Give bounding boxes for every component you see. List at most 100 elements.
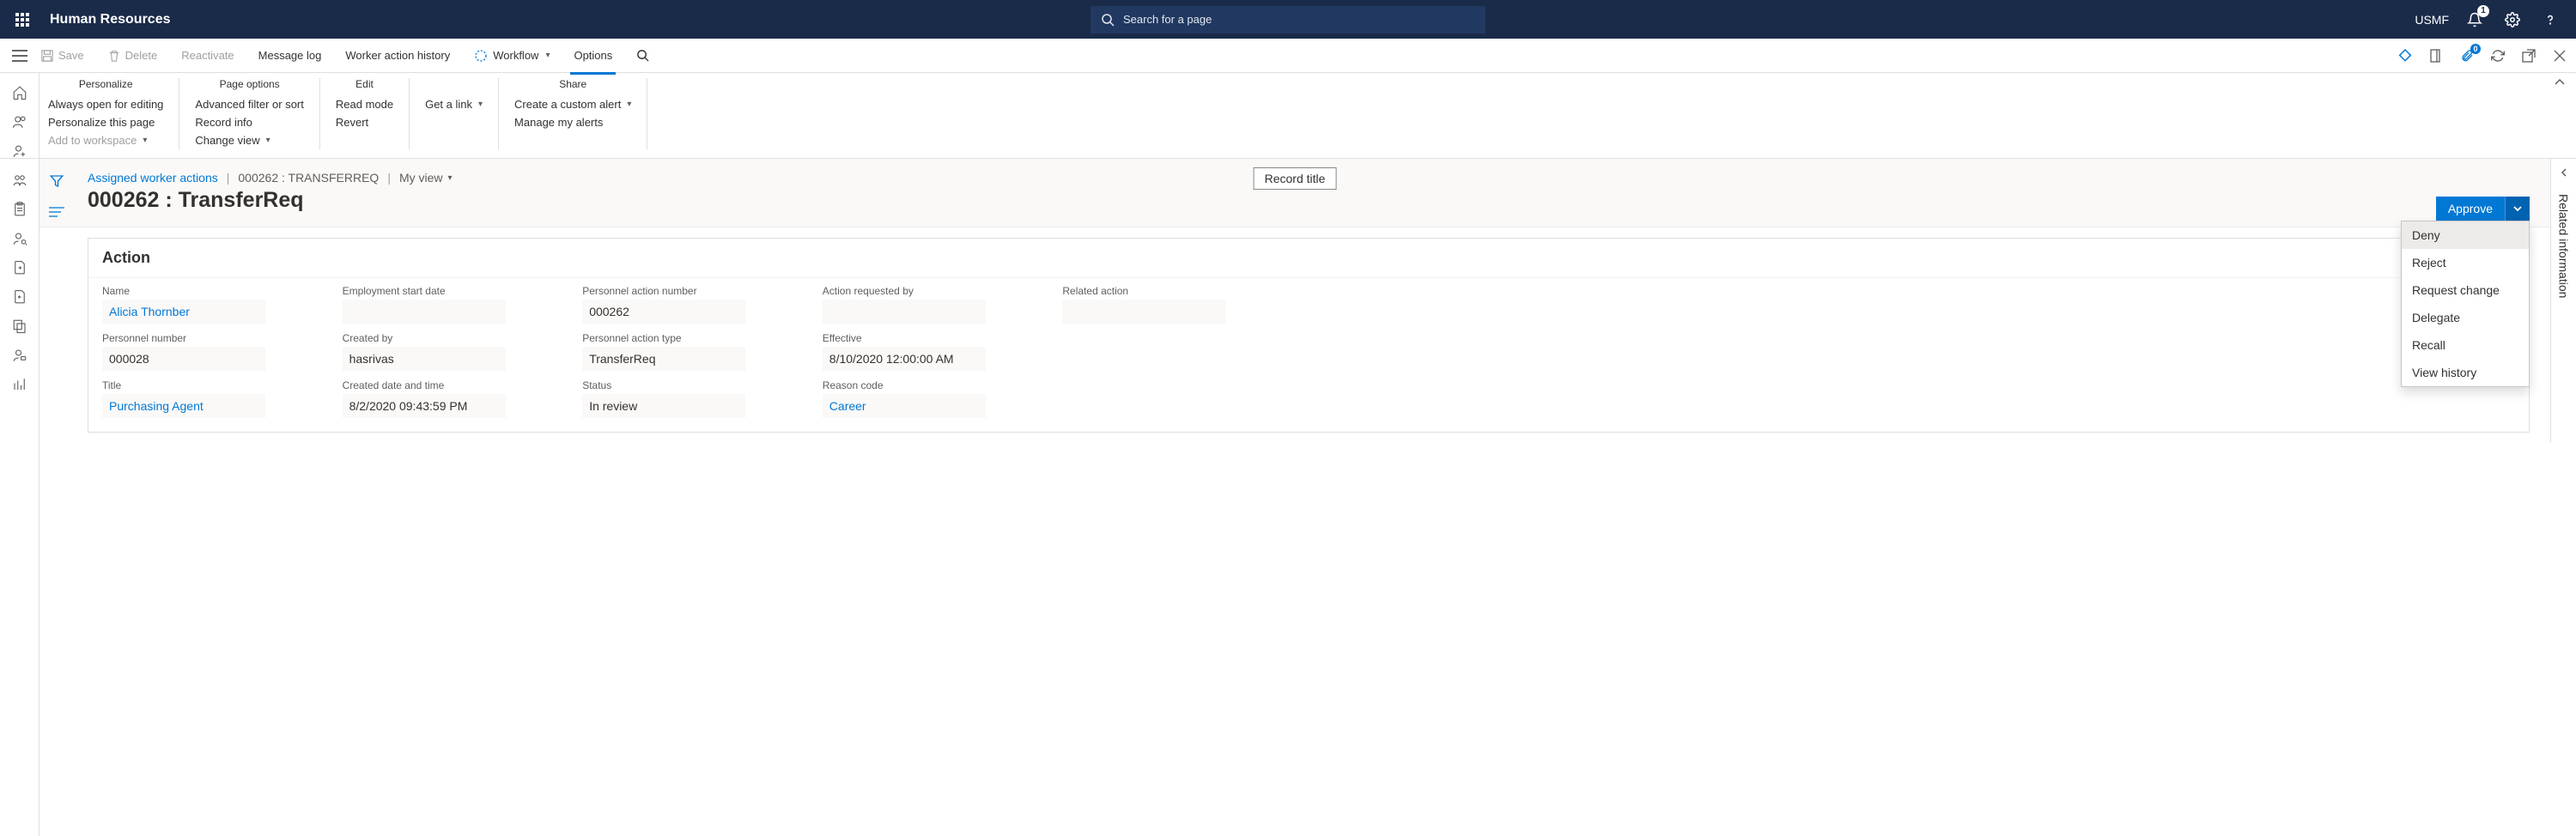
right-panel: Related information bbox=[2550, 159, 2576, 443]
created-dt-field[interactable]: 8/2/2020 09:43:59 PM bbox=[343, 394, 506, 418]
app-title: Human Resources bbox=[50, 12, 171, 27]
notification-badge: 1 bbox=[2477, 5, 2489, 17]
command-bar: Save Delete Reactivate Message log Worke… bbox=[0, 39, 2576, 73]
pan-field[interactable]: 000262 bbox=[582, 300, 745, 324]
delete-button[interactable]: Delete bbox=[100, 44, 167, 67]
find-button[interactable] bbox=[628, 44, 658, 67]
rail-doc-out[interactable] bbox=[0, 253, 39, 282]
attachments-badge: 0 bbox=[2470, 44, 2481, 54]
save-button[interactable]: Save bbox=[33, 44, 93, 67]
personalize-icon[interactable] bbox=[2396, 46, 2415, 65]
close-button[interactable] bbox=[2550, 46, 2569, 65]
search-placeholder: Search for a page bbox=[1123, 13, 1212, 26]
chevron-down-icon: ▾ bbox=[478, 100, 483, 109]
approve-button[interactable]: Approve bbox=[2436, 197, 2505, 221]
content-header: Assigned worker actions | 000262 : TRANS… bbox=[39, 159, 2550, 227]
name-field[interactable]: Alicia Thornber bbox=[102, 300, 265, 324]
title-label: Title bbox=[102, 379, 317, 391]
company-label[interactable]: USMF bbox=[2415, 13, 2449, 27]
filter-button[interactable] bbox=[46, 171, 67, 191]
list-button[interactable] bbox=[46, 202, 67, 222]
read-mode[interactable]: Read mode bbox=[336, 95, 393, 113]
waffle-menu-icon[interactable] bbox=[7, 4, 38, 35]
attachments-button[interactable]: 0 bbox=[2458, 46, 2476, 65]
add-to-workspace[interactable]: Add to workspace▾ bbox=[48, 131, 163, 149]
ribbon-group-getlink: Get a link▾ bbox=[410, 78, 499, 149]
dropdown-item-deny[interactable]: Deny bbox=[2402, 221, 2529, 249]
hamburger-icon bbox=[12, 50, 27, 62]
popout-button[interactable] bbox=[2519, 46, 2538, 65]
approve-dropdown-toggle[interactable] bbox=[2505, 197, 2530, 221]
reason-field[interactable]: Career bbox=[823, 394, 986, 418]
workflow-button[interactable]: Workflow ▾ bbox=[465, 44, 558, 68]
rail-person-add[interactable] bbox=[0, 136, 39, 166]
status-field[interactable]: In review bbox=[582, 394, 745, 418]
group-icon bbox=[12, 173, 27, 188]
search-input[interactable]: Search for a page bbox=[1091, 6, 1485, 33]
message-log-button[interactable]: Message log bbox=[250, 44, 331, 67]
record-info[interactable]: Record info bbox=[195, 113, 303, 131]
dropdown-item-view-history[interactable]: View history bbox=[2402, 359, 2529, 386]
rail-copy[interactable] bbox=[0, 312, 39, 341]
page-options-icon[interactable] bbox=[2427, 46, 2445, 65]
left-rail bbox=[0, 73, 39, 836]
approve-dropdown: Deny Reject Request change Delegate Reca… bbox=[2401, 221, 2530, 387]
related-field[interactable] bbox=[1062, 300, 1225, 324]
hamburger-toggle[interactable] bbox=[7, 50, 33, 62]
revert[interactable]: Revert bbox=[336, 113, 393, 131]
settings-button[interactable] bbox=[2500, 8, 2524, 32]
dropdown-item-request-change[interactable]: Request change bbox=[2402, 276, 2529, 304]
collapse-ribbon[interactable] bbox=[2554, 76, 2566, 91]
chevron-up-icon bbox=[2554, 76, 2566, 88]
manage-my-alerts[interactable]: Manage my alerts bbox=[514, 113, 631, 131]
chevron-down-icon: ▾ bbox=[266, 136, 270, 145]
rail-person-tag[interactable] bbox=[0, 341, 39, 370]
expand-related-info[interactable] bbox=[2559, 167, 2569, 180]
pnum-field[interactable]: 000028 bbox=[102, 347, 265, 371]
workflow-icon bbox=[474, 49, 488, 63]
dropdown-item-recall[interactable]: Recall bbox=[2402, 331, 2529, 359]
title-field[interactable]: Purchasing Agent bbox=[102, 394, 265, 418]
refresh-button[interactable] bbox=[2488, 46, 2507, 65]
chevron-down-icon: ▾ bbox=[545, 51, 550, 60]
create-custom-alert[interactable]: Create a custom alert▾ bbox=[514, 95, 631, 113]
pat-field[interactable]: TransferReq bbox=[582, 347, 745, 371]
record-title-chip[interactable]: Record title bbox=[1254, 167, 1337, 190]
related-info-label[interactable]: Related information bbox=[2557, 194, 2571, 298]
get-a-link[interactable]: Get a link▾ bbox=[425, 95, 483, 113]
rail-person-search[interactable] bbox=[0, 224, 39, 253]
advanced-filter[interactable]: Advanced filter or sort bbox=[195, 95, 303, 113]
list-icon bbox=[49, 206, 64, 218]
page-title: 000262 : TransferReq bbox=[88, 188, 2530, 227]
eff-field[interactable]: 8/10/2020 12:00:00 AM bbox=[823, 347, 986, 371]
created-by-label: Created by bbox=[343, 332, 557, 344]
dropdown-item-delegate[interactable]: Delegate bbox=[2402, 304, 2529, 331]
notifications-button[interactable]: 1 bbox=[2463, 8, 2487, 32]
top-right: USMF 1 bbox=[2415, 8, 2569, 32]
arb-field[interactable] bbox=[823, 300, 986, 324]
personalize-this-page[interactable]: Personalize this page bbox=[48, 113, 163, 131]
rail-people[interactable] bbox=[0, 107, 39, 136]
breadcrumb-assigned[interactable]: Assigned worker actions bbox=[88, 171, 218, 185]
always-open-editing[interactable]: Always open for editing bbox=[48, 95, 163, 113]
worker-action-history-button[interactable]: Worker action history bbox=[337, 44, 459, 67]
rail-clipboard[interactable] bbox=[0, 195, 39, 224]
dropdown-item-reject[interactable]: Reject bbox=[2402, 249, 2529, 276]
options-tab[interactable]: Options bbox=[565, 44, 621, 67]
view-selector[interactable]: My view ▾ bbox=[399, 171, 453, 185]
created-by-field[interactable]: hasrivas bbox=[343, 347, 506, 371]
doc-out-icon bbox=[12, 260, 27, 276]
rail-home[interactable] bbox=[0, 78, 39, 107]
chevron-left-icon bbox=[2559, 167, 2569, 178]
rail-group[interactable] bbox=[0, 166, 39, 195]
change-view[interactable]: Change view▾ bbox=[195, 131, 303, 149]
doc-in-icon bbox=[12, 289, 27, 305]
reactivate-button[interactable]: Reactivate bbox=[173, 44, 242, 67]
chart-icon bbox=[12, 377, 27, 392]
emp-start-field[interactable] bbox=[343, 300, 506, 324]
help-button[interactable] bbox=[2538, 8, 2562, 32]
rail-doc-in[interactable] bbox=[0, 282, 39, 312]
person-search-icon bbox=[12, 231, 27, 246]
card-title: Action bbox=[102, 249, 150, 267]
rail-chart[interactable] bbox=[0, 370, 39, 399]
